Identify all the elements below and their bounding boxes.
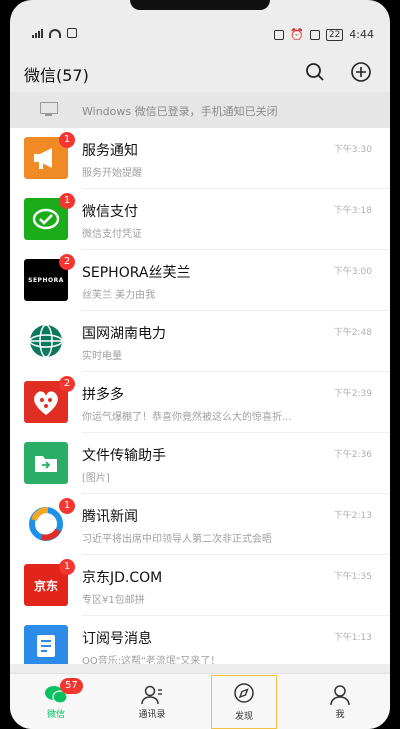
unread-badge: 1 — [59, 498, 75, 514]
chat-preview: [图片] — [82, 473, 110, 484]
chat-name: 订阅号消息 — [82, 631, 152, 647]
chat-time: 下午1:13 — [333, 633, 372, 643]
chat-preview: 丝芙兰 美力由我 — [82, 290, 156, 301]
status-bar: ⏰ 22 4:44 — [10, 24, 390, 46]
bottom-tab-bar: 57 微信 通讯录 发现 我 — [10, 673, 390, 729]
chat-time: 下午2:39 — [333, 389, 372, 399]
chat-row[interactable]: 2 拼多多你运气爆棚了！恭喜你竟然被这么大的惊喜折... 下午2:39 — [10, 372, 390, 433]
add-button[interactable] — [350, 61, 372, 83]
chat-preview: 你运气爆棚了！恭喜你竟然被这么大的惊喜折... — [82, 412, 292, 423]
chat-name: 国网湖南电力 — [82, 326, 166, 342]
chat-preview: 习近平将出席中印领导人第二次非正式会晤 — [82, 534, 272, 545]
state-grid-logo — [24, 320, 68, 362]
signal-icon — [32, 28, 43, 38]
contacts-icon — [140, 684, 164, 706]
subscription-icon — [24, 625, 68, 664]
unread-badge: 1 — [59, 559, 75, 575]
chat-time: 下午3:30 — [333, 145, 372, 155]
nfc-icon — [274, 29, 285, 40]
chat-time: 下午1:35 — [333, 572, 372, 582]
chat-name: 微信支付 — [82, 204, 138, 220]
tab-contacts[interactable]: 通讯录 — [122, 678, 182, 726]
chat-name: SEPHORA丝芙兰 — [82, 265, 191, 281]
wifi-icon — [49, 28, 61, 38]
phone-screen: ⏰ 22 4:44 微信(57) Windows 微信已登录，手机通知已关闭 1… — [10, 0, 390, 729]
chat-time: 下午3:18 — [333, 206, 372, 216]
vibrate-icon — [309, 29, 320, 40]
chat-row[interactable]: SEPHORA 2 SEPHORA丝芙兰丝芙兰 美力由我 下午3:00 — [10, 250, 390, 311]
chat-name: 拼多多 — [82, 387, 124, 403]
unread-badge: 2 — [59, 254, 75, 270]
chat-preview: 微信支付凭证 — [82, 229, 142, 240]
chat-row[interactable]: 订阅号消息 QQ音乐:这帮"老流氓"又来了！ 下午1:13 — [10, 616, 390, 664]
monitor-icon — [40, 102, 58, 116]
search-button[interactable] — [304, 61, 326, 83]
tab-unread-badge: 57 — [60, 678, 83, 694]
chat-row[interactable]: 1 服务通知服务开始提醒 下午3:30 — [10, 128, 390, 189]
alarm-icon: ⏰ — [290, 28, 304, 41]
camera-notch — [130, 0, 270, 10]
unread-badge: 1 — [59, 193, 75, 209]
tab-label: 微信 — [46, 710, 65, 720]
tab-label: 发现 — [234, 712, 253, 722]
chat-time: 下午2:36 — [333, 450, 372, 460]
chat-time: 下午3:00 — [333, 267, 372, 277]
chat-name: 服务通知 — [82, 143, 138, 159]
chat-row[interactable]: 国网湖南电力实时电量 下午2:48 — [10, 311, 390, 372]
tab-label: 通讯录 — [138, 710, 166, 720]
chat-preview: 专区¥1包邮拼 — [82, 595, 145, 606]
page-title: 微信(57) — [24, 66, 89, 85]
avatar-logo-text: SEPHORA — [28, 276, 64, 284]
status-time: 4:44 — [349, 28, 374, 41]
chat-name: 京东JD.COM — [82, 570, 163, 586]
chat-preview: 实时电量 — [82, 351, 122, 362]
chat-row[interactable]: 1 微信支付微信支付凭证 下午3:18 — [10, 189, 390, 250]
search-icon — [306, 63, 324, 81]
folder-icon — [24, 442, 68, 484]
unread-badge: 2 — [59, 376, 75, 392]
chat-preview: 服务开始提醒 — [82, 168, 142, 179]
tab-discover[interactable]: 发现 — [211, 675, 277, 729]
chat-list: 1 服务通知服务开始提醒 下午3:30 1 微信支付微信支付凭证 下午3:18 SEPHOR… — [10, 128, 390, 664]
tab-wechat[interactable]: 57 微信 — [26, 678, 86, 726]
tab-me[interactable]: 我 — [310, 678, 370, 726]
chat-name: 腾讯新闻 — [82, 509, 138, 525]
login-notice-text: Windows 微信已登录，手机通知已关闭 — [82, 105, 278, 118]
chat-row[interactable]: 文件传输助手 [图片] 下午2:36 — [10, 433, 390, 494]
notification-icon — [67, 28, 77, 38]
chat-row[interactable]: 京东 1 京东JD.COM 专区¥1包邮拼 下午1:35 — [10, 555, 390, 616]
app-header: 微信(57) — [10, 56, 390, 88]
person-icon — [328, 684, 352, 706]
login-notice-bar[interactable]: Windows 微信已登录，手机通知已关闭 — [10, 92, 390, 128]
chat-time: 下午2:48 — [333, 328, 372, 338]
chat-name: 文件传输助手 — [82, 448, 166, 464]
chat-time: 下午2:13 — [333, 511, 372, 521]
battery-icon: 22 — [325, 28, 344, 41]
chat-row[interactable]: 1 腾讯新闻习近平将出席中印领导人第二次非正式会晤 下午2:13 — [10, 494, 390, 555]
tab-label: 我 — [335, 710, 345, 720]
unread-badge: 1 — [59, 132, 75, 148]
compass-icon — [232, 682, 256, 704]
chat-preview: QQ音乐:这帮"老流氓"又来了！ — [82, 656, 221, 664]
add-circle-icon — [351, 62, 371, 82]
avatar-logo-text: 京东 — [33, 578, 58, 593]
